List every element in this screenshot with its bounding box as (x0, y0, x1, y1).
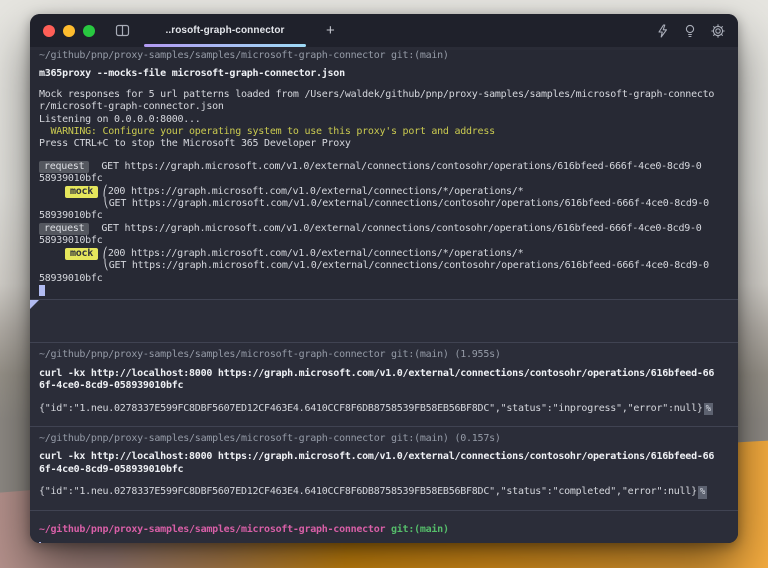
output-line: Listening on 0.0.0.0:8000... (39, 113, 201, 125)
settings-gear-icon[interactable] (711, 23, 725, 38)
prompt-line: ~/github/pnp/proxy-samples/samples/micro… (39, 349, 501, 361)
mock-url: GET https://graph.microsoft.com/v1.0/ext… (108, 260, 709, 272)
prompt-line: ~/github/pnp/proxy-samples/samples/micro… (39, 432, 501, 444)
output-line: r/microsoft-graph-connector.json (39, 101, 224, 113)
command-m365proxy: m365proxy --mocks-file microsoft-graph-c… (39, 68, 345, 80)
request-badge: request (39, 222, 90, 236)
command-curl: curl -kx http://localhost:8000 https://g… (39, 367, 715, 379)
mock-pattern: 200 https://graph.microsoft.com/v1.0/ext… (107, 185, 524, 197)
command-block-curl-2: ~/github/pnp/proxy-samples/samples/micro… (30, 426, 738, 510)
command-curl: curl -kx http://localhost:8000 https://g… (39, 451, 715, 463)
current-prompt-block[interactable]: ~/github/pnp/proxy-samples/samples/micro… (30, 510, 738, 543)
output-line: Mock responses for 5 url patterns loaded… (39, 88, 715, 100)
titlebar: ..rosoft-graph-connector + (30, 14, 738, 47)
request-url-wrap: 58939010bfc (39, 235, 103, 247)
running-block-spacer (30, 300, 738, 343)
response-json: {"id":"1.neu.0278337E599FC8DBF5607ED12CF… (39, 486, 697, 498)
block-cursor (39, 284, 45, 296)
bookmarks-icon[interactable] (115, 24, 130, 37)
mock-line: ⎝GET https://graph.microsoft.com/v1.0/ex… (30, 260, 738, 272)
new-tab-button[interactable]: + (326, 23, 335, 38)
response-json: {"id":"1.neu.0278337E599FC8DBF5607ED12CF… (39, 402, 703, 414)
command-curl-wrap: 6f-4ce0-8cd9-058939010bfc (39, 380, 184, 392)
zoom-button[interactable] (83, 24, 95, 37)
mock-line: mock ⎛200 https://graph.microsoft.com/v1.… (30, 247, 738, 261)
block-corner-indicator (30, 300, 39, 310)
eol-percent-marker: % (697, 486, 708, 499)
response-line: {"id":"1.neu.0278337E599FC8DBF5607ED12CF… (30, 486, 738, 499)
command-curl-wrap: 6f-4ce0-8cd9-058939010bfc (39, 463, 184, 475)
request-line: request GET https://graph.microsoft.com/v… (30, 160, 738, 174)
close-button[interactable] (43, 24, 55, 37)
text-cursor (39, 541, 41, 543)
prompt-line: ~/github/pnp/proxy-samples/samples/micro… (39, 50, 449, 61)
mock-url-wrap: 58939010bfc (39, 210, 103, 222)
cursor-line (30, 284, 738, 297)
mock-line: ⎝GET https://graph.microsoft.com/v1.0/ex… (30, 198, 738, 210)
input-cursor-line[interactable] (30, 541, 738, 543)
response-line: {"id":"1.neu.0278337E599FC8DBF5607ED12CF… (30, 402, 738, 415)
request-url: GET https://graph.microsoft.com/v1.0/ext… (101, 160, 702, 172)
eol-percent-marker: % (703, 402, 713, 415)
prompt-git-branch: git:(main) (385, 523, 449, 535)
desktop-wallpaper: ..rosoft-graph-connector + ~/github/pnp/… (0, 0, 768, 568)
mock-badge: mock (65, 247, 99, 261)
terminal-window: ..rosoft-graph-connector + ~/github/pnp/… (30, 14, 738, 543)
warning-line: WARNING: Configure your operating system… (39, 126, 496, 138)
mock-url: GET https://graph.microsoft.com/v1.0/ext… (108, 198, 709, 210)
mock-badge: mock (65, 185, 99, 199)
bulb-icon[interactable] (684, 24, 696, 38)
command-block-m365proxy: ~/github/pnp/proxy-samples/samples/micro… (30, 50, 738, 300)
traffic-lights (43, 24, 95, 37)
tab-microsoft-graph-connector[interactable]: ..rosoft-graph-connector (144, 14, 306, 47)
output-line: Press CTRL+C to stop the Microsoft 365 D… (39, 138, 351, 150)
mock-pattern: 200 https://graph.microsoft.com/v1.0/ext… (107, 247, 524, 259)
titlebar-actions (656, 23, 725, 38)
minimize-button[interactable] (63, 24, 75, 37)
tab-title: ..rosoft-graph-connector (165, 25, 285, 36)
request-url-wrap: 58939010bfc (39, 173, 103, 185)
mock-url-wrap: 58939010bfc (39, 272, 103, 284)
command-block-curl-1: ~/github/pnp/proxy-samples/samples/micro… (30, 343, 738, 426)
current-prompt-line: ~/github/pnp/proxy-samples/samples/micro… (30, 524, 738, 536)
request-line: request GET https://graph.microsoft.com/v… (30, 222, 738, 236)
terminal-body[interactable]: ~/github/pnp/proxy-samples/samples/micro… (30, 47, 738, 543)
request-badge: request (39, 160, 90, 174)
mock-line: mock ⎛200 https://graph.microsoft.com/v1.… (30, 185, 738, 199)
lightning-icon[interactable] (656, 23, 669, 38)
request-url: GET https://graph.microsoft.com/v1.0/ext… (101, 222, 702, 234)
prompt-path: ~/github/pnp/proxy-samples/samples/micro… (39, 523, 386, 535)
